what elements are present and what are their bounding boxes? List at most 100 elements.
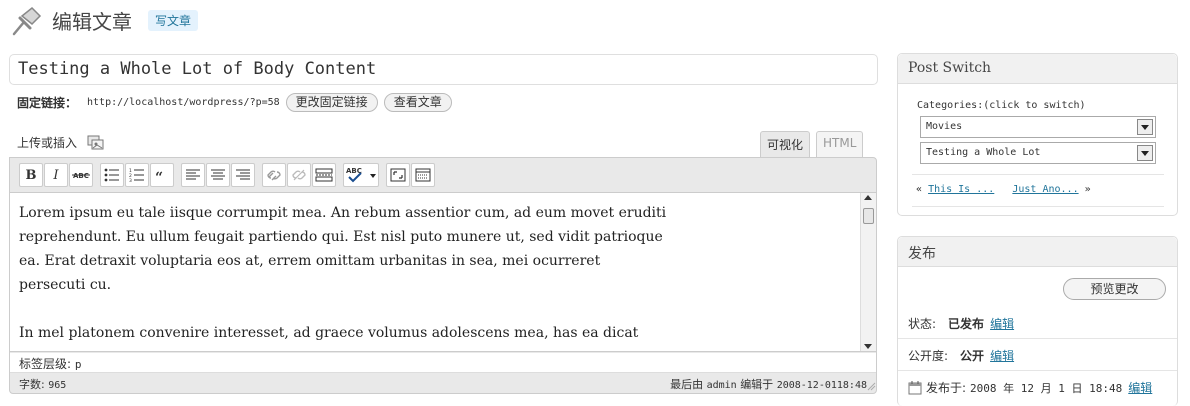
scroll-up-arrow-icon[interactable] [864, 195, 872, 200]
prev-arrow: « [916, 184, 923, 195]
link-icon [267, 170, 281, 181]
status-label: 状态: [908, 317, 937, 331]
spellcheck-button[interactable]: ABC [343, 163, 379, 187]
editor-content[interactable]: Lorem ipsum eu tale iisque corrumpit mea… [19, 201, 669, 351]
add-new-post-button[interactable]: 写文章 [148, 9, 199, 31]
publish-box: 发布 预览更改 状态: 已发布 编辑 公开度: 公开 编辑 发布于: 2008 … [897, 236, 1178, 406]
next-arrow: » [1084, 184, 1091, 195]
scroll-down-arrow-icon[interactable] [864, 344, 872, 349]
bullet-list-button[interactable] [100, 163, 124, 187]
divider [912, 206, 1164, 207]
strikethrough-button[interactable]: ABC [69, 163, 93, 187]
view-post-button[interactable]: 查看文章 [383, 92, 452, 112]
fullscreen-button[interactable] [386, 163, 410, 187]
post-switch-title[interactable]: Post Switch [898, 54, 1177, 84]
upload-insert-row: 上传或插入 [17, 134, 105, 151]
edit-date-link[interactable]: 编辑 [1128, 379, 1152, 396]
fullscreen-icon [390, 168, 406, 182]
word-count-label: 字数: [19, 378, 45, 391]
spellcheck-icon: ABC [346, 167, 376, 183]
last-edited: 最后由 admin 编辑于 2008-12-0118:48 [670, 376, 867, 391]
resize-handle-icon[interactable] [866, 381, 876, 391]
numbered-list-button[interactable]: 1 2 3 [125, 163, 149, 187]
page-header: 编辑文章 写文章 [10, 4, 199, 36]
path-element[interactable]: p [75, 358, 82, 371]
align-left-icon [186, 169, 200, 180]
published-row: 发布于: 2008 年 12 月 1 日 18:48 编辑 [908, 379, 1152, 396]
visibility-row: 公开度: 公开 编辑 [908, 347, 1014, 364]
prev-post-link[interactable]: This Is ... [928, 184, 994, 195]
divider [912, 174, 1164, 175]
published-label: 发布于: [926, 381, 967, 395]
post-title-input[interactable]: Testing a Whole Lot of Body Content [9, 54, 878, 85]
tab-visual[interactable]: 可视化 [760, 131, 811, 157]
more-tag-icon [315, 168, 333, 182]
editor-path-bar: 标签层级: p [10, 353, 876, 373]
calendar-icon [908, 380, 922, 394]
unlink-button[interactable] [287, 163, 311, 187]
last-edited-time: 2008-12-0118:48 [776, 380, 867, 391]
page-title: 编辑文章 [52, 9, 132, 34]
bold-button[interactable]: B [19, 163, 43, 187]
align-right-button[interactable] [231, 163, 255, 187]
content-paragraph: In mel platonem convenire interesset, ad… [19, 325, 639, 341]
visibility-value: 公开 [960, 349, 985, 363]
insert-link-button[interactable] [262, 163, 286, 187]
post-editor: B I ABC 1 2 3 “ ABC Lorem ipsum eu tale … [9, 157, 877, 394]
word-count: 字数: 965 [19, 376, 66, 391]
next-post-link[interactable]: Just Ano... [1012, 184, 1078, 195]
publish-title[interactable]: 发布 [898, 237, 1177, 267]
last-edited-mid: 编辑于 [740, 378, 774, 391]
editor-toolbar: B I ABC 1 2 3 “ ABC [19, 162, 436, 188]
numbered-list-icon: 1 2 3 [129, 168, 144, 182]
insert-more-tag-button[interactable] [312, 163, 336, 187]
category-select-value: Movies [926, 121, 963, 132]
chevron-down-icon[interactable] [1137, 119, 1153, 135]
permalink-row: 固定链接： http://localhost/wordpress/?p=58 更… [17, 92, 458, 112]
post-switch-box: Post Switch Categories:(click to switch)… [897, 53, 1178, 216]
path-label: 标签层级: [19, 357, 72, 371]
divider [898, 370, 1177, 371]
svg-text:3: 3 [129, 178, 132, 182]
pushpin-icon [12, 6, 42, 36]
editor-content-area[interactable]: Lorem ipsum eu tale iisque corrumpit mea… [10, 192, 876, 352]
visibility-label: 公开度: [908, 349, 949, 363]
categories-label: Categories:(click to switch) [917, 100, 1086, 111]
change-permalink-button[interactable]: 更改固定链接 [285, 92, 378, 112]
italic-button[interactable]: I [44, 163, 68, 187]
edit-visibility-link[interactable]: 编辑 [990, 347, 1014, 364]
permalink-url[interactable]: http://localhost/wordpress/?p=58 [87, 97, 280, 108]
status-row: 状态: 已发布 编辑 [908, 315, 1014, 332]
align-center-button[interactable] [206, 163, 230, 187]
last-edited-user: admin [706, 380, 737, 391]
blockquote-button[interactable]: “ [150, 163, 174, 187]
kitchen-sink-button[interactable] [411, 163, 435, 187]
align-left-button[interactable] [181, 163, 205, 187]
divider [898, 338, 1177, 339]
post-select-value: Testing a Whole Lot [926, 147, 1041, 158]
status-value: 已发布 [948, 317, 985, 331]
svg-text:ABC: ABC [73, 172, 89, 180]
tab-html[interactable]: HTML [816, 131, 864, 157]
preview-changes-button[interactable]: 预览更改 [1063, 278, 1166, 300]
post-select[interactable]: Testing a Whole Lot [920, 142, 1156, 164]
category-select[interactable]: Movies [920, 116, 1156, 138]
word-count-value: 965 [48, 380, 67, 391]
scroll-thumb[interactable] [863, 208, 874, 224]
permalink-label: 固定链接： [17, 95, 78, 110]
kitchen-sink-icon [415, 168, 431, 182]
strikethrough-icon: ABC [72, 172, 90, 180]
last-edited-prefix: 最后由 [670, 378, 704, 391]
add-media-icon[interactable] [87, 135, 105, 151]
unlink-icon [292, 169, 306, 181]
align-right-icon [236, 169, 250, 180]
post-switch-nav: « This Is ... Just Ano... » [916, 184, 1091, 195]
chevron-down-icon[interactable] [1137, 145, 1153, 161]
published-date: 2008 年 12 月 1 日 18:48 [970, 381, 1123, 395]
upload-insert-label: 上传或插入 [17, 136, 78, 150]
blockquote-icon: “ [155, 170, 163, 180]
edit-status-link[interactable]: 编辑 [990, 315, 1014, 332]
content-paragraph: Lorem ipsum eu tale iisque corrumpit mea… [19, 205, 667, 293]
align-center-icon [211, 169, 225, 180]
editor-scrollbar[interactable] [860, 193, 876, 351]
